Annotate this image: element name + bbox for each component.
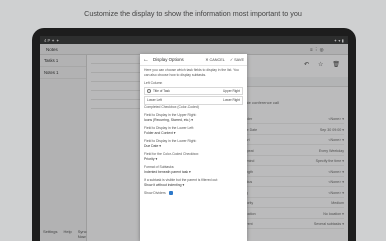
radio-icon: [147, 88, 151, 93]
checkbox-checked-icon[interactable]: [168, 191, 173, 196]
tablet-frame: 4 P ✦ ✦ ✦ ▾ ▮ Notes ≡ ⋮ ◎ Tasks 1 Notes …: [32, 28, 356, 241]
lower-right-select[interactable]: Due Date ▾: [144, 144, 243, 149]
app-screen: 4 P ✦ ✦ ✦ ▾ ▮ Notes ≡ ⋮ ◎ Tasks 1 Notes …: [40, 36, 348, 241]
upper-right-select[interactable]: Icons (Recurring, Starred, etc.) ▾: [144, 118, 243, 123]
caption: Customize the display to show the inform…: [84, 9, 302, 18]
color-coded-select[interactable]: Priority ▾: [144, 157, 243, 162]
display-options-dialog: ← Display Options ✕ CANCEL ✓ SAVE Here y…: [140, 54, 247, 241]
preview-upper-right: Upper Right: [222, 88, 240, 93]
show-dividers-label: Show Dividers: [144, 191, 166, 195]
back-arrow-icon[interactable]: ←: [143, 57, 149, 63]
left-column-label: Left Column: [144, 81, 163, 85]
lower-left-select[interactable]: Folder and Context ▾: [144, 131, 243, 136]
show-dividers-row[interactable]: Show Dividers: [144, 191, 243, 196]
dialog-body: Here you can choose which task fields to…: [140, 66, 247, 198]
preview-lower-right: Lower Right: [222, 98, 240, 102]
left-column-preview-lower: Lower Left Lower Right: [144, 96, 243, 105]
cancel-button[interactable]: ✕ CANCEL: [205, 57, 225, 62]
save-button[interactable]: ✓ SAVE: [230, 57, 244, 62]
dialog-title: Display Options: [153, 57, 184, 62]
dialog-header: ← Display Options ✕ CANCEL ✓ SAVE: [140, 54, 247, 66]
completed-checkbox-label: Completed Checkbox (Color-Coded): [144, 104, 199, 109]
filtered-parent-select[interactable]: Show it without indenting ▾: [144, 183, 243, 188]
preview-title: Title of Task: [153, 88, 170, 93]
subtasks-select[interactable]: Indented beneath parent task ▾: [144, 170, 243, 175]
left-column-preview: Title of Task Upper Right: [144, 86, 243, 95]
preview-lower-left: Lower Left: [147, 98, 162, 102]
dialog-intro: Here you can choose which task fields to…: [144, 68, 239, 77]
